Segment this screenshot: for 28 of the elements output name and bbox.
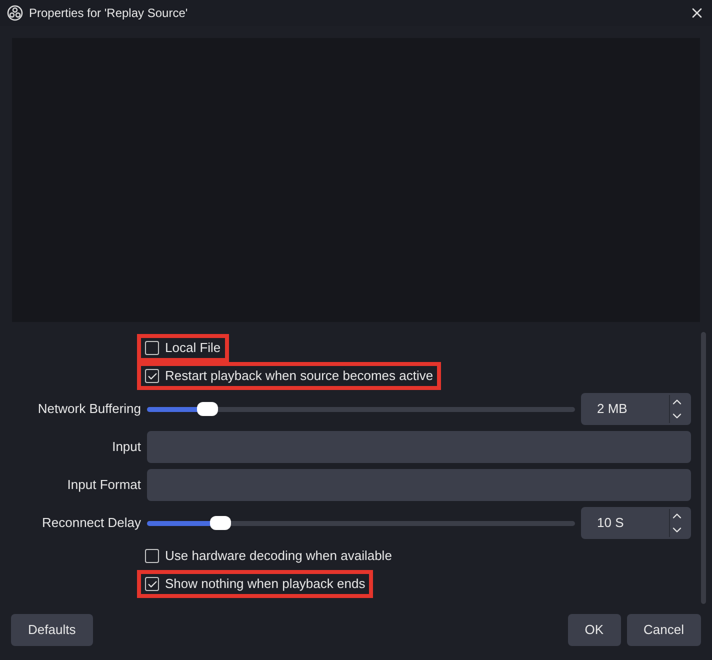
text-input-field[interactable] xyxy=(147,431,691,463)
text-input-field[interactable] xyxy=(147,469,691,501)
checkbox-label: Show nothing when playback ends xyxy=(165,575,366,594)
spin-box[interactable]: 10 S xyxy=(581,507,691,539)
slider-thumb[interactable] xyxy=(210,516,231,530)
slider[interactable] xyxy=(147,516,575,530)
checkbox-label: Restart playback when source becomes active xyxy=(165,367,434,386)
checkbox[interactable] xyxy=(145,577,159,591)
scrollbar[interactable] xyxy=(701,332,706,604)
check-icon xyxy=(146,578,158,590)
dialog-button[interactable]: Cancel xyxy=(626,614,701,646)
check-icon xyxy=(146,370,158,382)
dialog-button[interactable]: OK xyxy=(568,614,621,646)
slider-thumb[interactable] xyxy=(196,402,218,416)
setting-label: Network Buffering xyxy=(38,401,141,416)
app-logo-icon xyxy=(7,5,23,21)
window-title: Properties for 'Replay Source' xyxy=(29,5,188,22)
checkbox[interactable] xyxy=(145,549,159,563)
checkbox-label: Use hardware decoding when available xyxy=(165,547,392,566)
setting-label: Reconnect Delay xyxy=(42,515,141,530)
setting-label: Input Format xyxy=(67,477,141,492)
setting-label: Input xyxy=(112,439,141,454)
checkbox[interactable] xyxy=(145,369,159,383)
slider[interactable] xyxy=(147,402,575,416)
checkbox-label: Local File xyxy=(165,339,221,358)
spin-box[interactable]: 2 MB xyxy=(581,393,691,425)
checkbox[interactable] xyxy=(145,341,159,355)
defaults-button[interactable]: Defaults xyxy=(11,614,93,646)
